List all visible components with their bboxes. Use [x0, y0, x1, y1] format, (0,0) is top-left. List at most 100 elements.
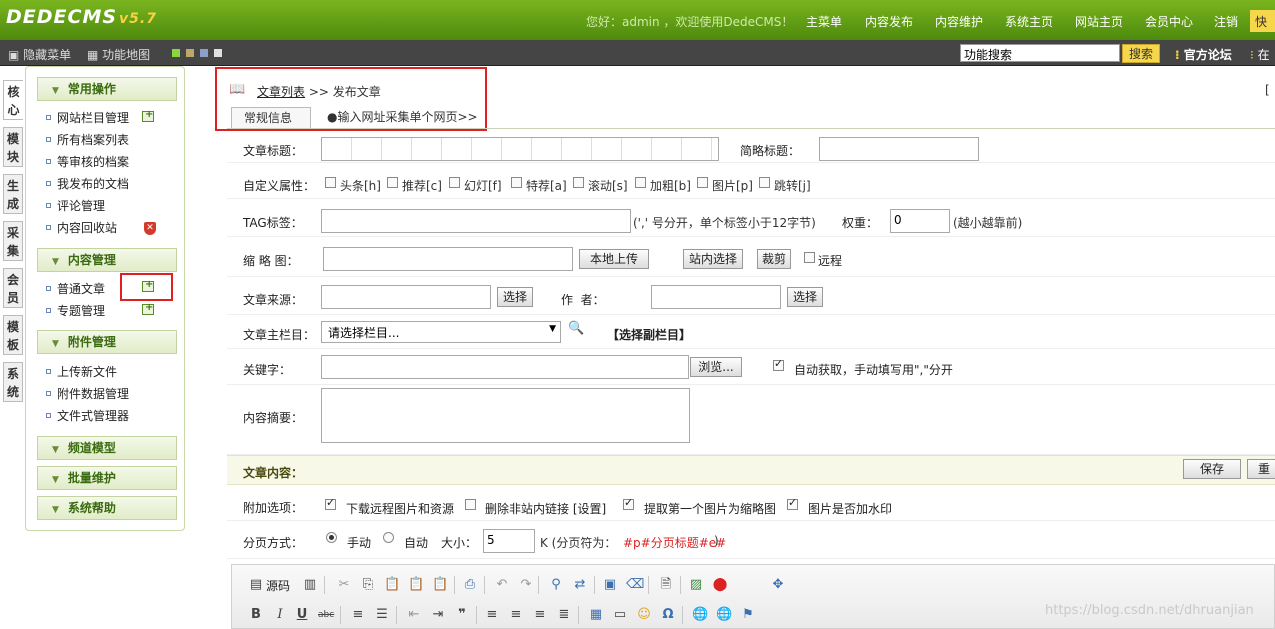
theme-gray-swatch[interactable] — [214, 49, 222, 57]
theme-blue-swatch[interactable] — [200, 49, 208, 57]
align-left-icon[interactable]: ≡ — [484, 607, 500, 623]
sidebar-item-all-archives[interactable]: 所有档案列表 — [46, 133, 129, 147]
quick-button[interactable]: 快 — [1250, 10, 1275, 32]
align-center-icon[interactable]: ≡ — [508, 607, 524, 623]
first-image-thumb-checkbox[interactable] — [623, 496, 634, 510]
shield-icon[interactable]: ✕ — [144, 222, 156, 235]
blockquote-icon[interactable]: ❞ — [454, 607, 470, 623]
indent-icon[interactable]: ⇥ — [430, 607, 446, 623]
browse-button[interactable]: 浏览... — [690, 357, 742, 377]
ordered-list-icon[interactable]: ≡ — [350, 607, 366, 623]
find-icon[interactable]: ⚲ — [548, 577, 564, 593]
bold-icon[interactable]: B — [248, 607, 264, 623]
paste-icon[interactable]: 📋 — [384, 577, 400, 593]
nav-member-center[interactable]: 会员中心 — [1145, 13, 1193, 30]
section-system-help[interactable]: ▼ 系统帮助 — [37, 496, 177, 520]
flash-icon[interactable]: ⬤ — [712, 577, 728, 593]
tab-template[interactable]: 模板 — [3, 315, 23, 355]
preview-icon[interactable]: 🗎 — [658, 577, 674, 593]
tab-system[interactable]: 系统 — [3, 362, 23, 402]
function-search-input[interactable]: 功能搜索 — [960, 44, 1120, 62]
reset-button[interactable]: 重 — [1247, 459, 1275, 479]
anchor-flag-icon[interactable]: ⚑ — [740, 607, 756, 623]
remote-checkbox[interactable] — [804, 252, 815, 263]
source-input[interactable] — [321, 285, 491, 309]
paste-word-icon[interactable]: 📋 — [432, 577, 448, 593]
hide-menu-button[interactable]: ▣ 隐藏菜单 — [8, 46, 71, 63]
section-batch-maintain[interactable]: ▼ 批量维护 — [37, 466, 177, 490]
cut-icon[interactable]: ✂ — [336, 577, 352, 593]
horizontal-rule-icon[interactable]: ▭ — [612, 607, 628, 623]
flag-jump-checkbox[interactable] — [759, 177, 770, 188]
summary-textarea[interactable] — [321, 388, 690, 443]
flag-special-checkbox[interactable] — [511, 177, 522, 188]
source-doc-icon[interactable]: ▤ — [248, 577, 264, 593]
remove-links-checkbox[interactable] — [465, 499, 476, 510]
category-select[interactable]: 请选择栏目... ▼ — [321, 321, 561, 343]
sidebar-item-attach-data[interactable]: 附件数据管理 — [46, 387, 129, 401]
download-remote-checkbox[interactable] — [325, 496, 336, 510]
source-select-button[interactable]: 选择 — [497, 287, 533, 307]
unordered-list-icon[interactable]: ☰ — [374, 607, 390, 623]
weight-input[interactable]: 0 — [890, 209, 950, 233]
short-title-input[interactable] — [819, 137, 979, 161]
crop-button[interactable]: 裁剪 — [757, 249, 791, 269]
sidebar-item-recycle[interactable]: 内容回收站 — [46, 221, 117, 235]
select-all-icon[interactable]: ▣ — [602, 577, 618, 593]
redo-icon[interactable]: ↷ — [518, 577, 534, 593]
tab-generate[interactable]: 生成 — [3, 174, 23, 214]
thumb-input[interactable] — [323, 247, 573, 271]
section-attachment[interactable]: ▼ 附件管理 — [37, 330, 177, 354]
local-upload-button[interactable]: 本地上传 — [579, 249, 649, 269]
align-justify-icon[interactable]: ≣ — [556, 607, 572, 623]
sidebar-item-my-docs[interactable]: 我发布的文档 — [46, 177, 129, 191]
sidebar-item-column-manage[interactable]: 网站栏目管理 — [46, 111, 129, 125]
strikethrough-icon[interactable]: abc — [318, 607, 334, 623]
function-map-button[interactable]: ▦ 功能地图 — [87, 46, 150, 63]
add-icon[interactable] — [142, 109, 154, 122]
unlink-icon[interactable]: 🌐 — [716, 607, 732, 623]
dedecms-logo[interactable]: DEDECMS v5.7 — [6, 6, 157, 34]
sidebar-item-pending[interactable]: 等审核的档案 — [46, 155, 129, 169]
tab-core[interactable]: 核心 — [3, 80, 23, 120]
flag-picture-checkbox[interactable] — [697, 177, 708, 188]
nav-content-publish[interactable]: 内容发布 — [865, 13, 913, 30]
size-input[interactable]: 5 — [483, 529, 535, 553]
flag-headline-checkbox[interactable] — [325, 177, 336, 188]
nav-main-menu[interactable]: 主菜单 — [806, 13, 842, 30]
keywords-input[interactable] — [321, 355, 689, 379]
tag-input[interactable] — [321, 209, 631, 233]
smiley-icon[interactable]: ☺ — [636, 607, 652, 623]
author-select-button[interactable]: 选择 — [787, 287, 823, 307]
replace-icon[interactable]: ⇄ — [572, 577, 588, 593]
flag-bold-checkbox[interactable] — [635, 177, 646, 188]
theme-green-swatch[interactable] — [172, 49, 180, 57]
outdent-icon[interactable]: ⇤ — [406, 607, 422, 623]
nav-site-home[interactable]: 网站主页 — [1075, 13, 1123, 30]
section-common-ops[interactable]: ▼ 常用操作 — [37, 77, 177, 101]
official-forum-link[interactable]: ⁝ 官方论坛 — [1175, 46, 1232, 63]
link-icon[interactable]: 🌐 — [692, 607, 708, 623]
paging-auto-radio[interactable] — [383, 532, 394, 543]
flag-scroll-checkbox[interactable] — [573, 177, 584, 188]
author-input[interactable] — [651, 285, 781, 309]
template-icon[interactable]: ▥ — [302, 577, 318, 593]
align-right-icon[interactable]: ≡ — [532, 607, 548, 623]
flag-slide-checkbox[interactable] — [449, 177, 460, 188]
undo-icon[interactable]: ↶ — [494, 577, 510, 593]
nav-system-home[interactable]: 系统主页 — [1005, 13, 1053, 30]
add-topic-icon[interactable] — [142, 302, 154, 315]
image-icon[interactable]: ▨ — [688, 577, 704, 593]
underline-icon[interactable]: U — [294, 607, 310, 623]
auto-keywords-checkbox[interactable] — [773, 357, 784, 371]
save-button[interactable]: 保存 — [1183, 459, 1241, 479]
sidebar-item-upload[interactable]: 上传新文件 — [46, 365, 117, 379]
site-select-button[interactable]: 站内选择 — [683, 249, 743, 269]
eraser-icon[interactable]: ⌫ — [626, 577, 644, 593]
italic-icon[interactable]: I — [272, 607, 288, 623]
watermark-checkbox[interactable] — [787, 496, 798, 510]
special-char-icon[interactable]: Ω — [660, 607, 676, 623]
source-button-label[interactable]: 源码 — [266, 577, 290, 594]
function-search-button[interactable]: 搜索 — [1122, 44, 1160, 63]
table-icon[interactable]: ▦ — [588, 607, 604, 623]
